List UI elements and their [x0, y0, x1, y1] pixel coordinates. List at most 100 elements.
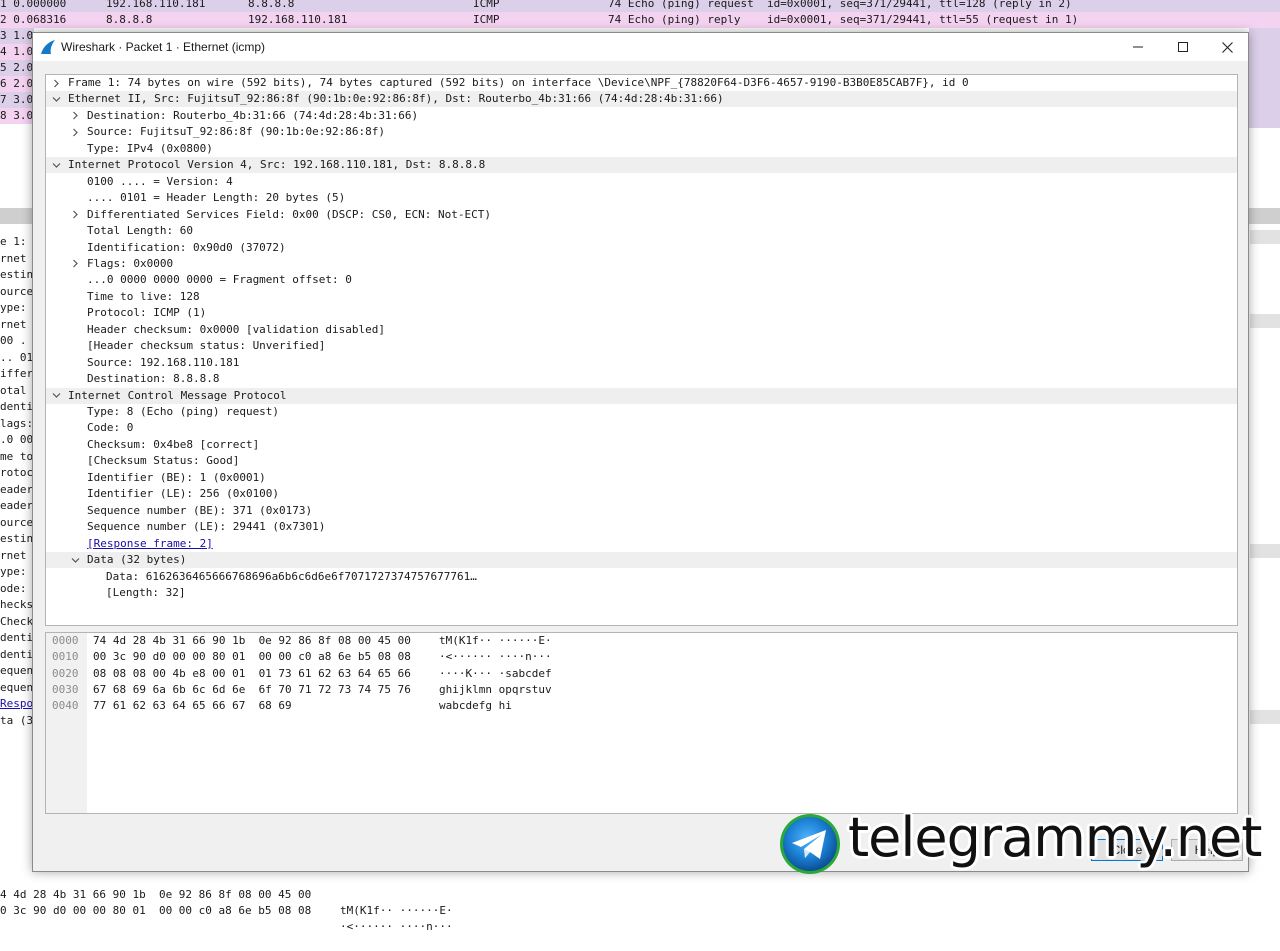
tree-row[interactable]: Identification: 0x90d0 (37072)	[46, 240, 1237, 256]
tree-row[interactable]: Type: 8 (Echo (ping) request)	[46, 404, 1237, 420]
background-detail-line[interactable]: e 1:	[0, 234, 32, 250]
chevron-down-icon[interactable]	[70, 552, 80, 568]
tree-row[interactable]: Protocol: ICMP (1)	[46, 305, 1237, 321]
background-detail-line[interactable]: otal	[0, 383, 32, 399]
background-detail-line[interactable]: .0 00	[0, 432, 32, 448]
background-detail-line[interactable]: equen	[0, 680, 32, 696]
tree-row[interactable]: Type: IPv4 (0x0800)	[46, 141, 1237, 157]
bytes-ascii: ·<······ ····n···	[340, 920, 453, 933]
background-detail-line[interactable]: hecks	[0, 597, 32, 613]
background-detail-text: Checks	[0, 614, 32, 628]
chevron-right-icon[interactable]	[70, 207, 80, 223]
tree-row-text: [Header checksum status: Unverified]	[87, 339, 326, 353]
minimize-button[interactable]	[1115, 33, 1161, 61]
tree-row-text: Differentiated Services Field: 0x00 (DSC…	[87, 207, 491, 221]
background-detail-text: dentif	[0, 631, 32, 644]
packet-row[interactable]: 5 2.0	[0, 60, 34, 76]
background-detail-line[interactable]: rotoc	[0, 465, 32, 481]
background-detail-line[interactable]: estina	[0, 531, 32, 547]
background-detail-line[interactable]: rnet	[0, 317, 32, 333]
packet-row[interactable]: 2 0.068316 8.8.8.8 192.168.110.181 ICMP …	[0, 12, 1280, 28]
chevron-down-icon[interactable]	[51, 91, 61, 107]
chevron-right-icon[interactable]	[70, 256, 80, 272]
tree-row[interactable]: 0100 .... = Version: 4	[46, 174, 1237, 190]
tree-row[interactable]: Differentiated Services Field: 0x00 (DSC…	[46, 207, 1237, 223]
background-detail-line[interactable]: rnet	[0, 548, 32, 564]
background-detail-line[interactable]: ype:	[0, 300, 32, 316]
background-detail-line[interactable]: .. 01	[0, 350, 32, 366]
packet-row[interactable]: 3 1.0	[0, 28, 34, 44]
background-detail-text: dentif	[0, 647, 32, 661]
packet-row[interactable]: 1 0.000000 192.168.110.181 8.8.8.8 ICMP …	[0, 0, 1280, 12]
tree-row[interactable]: Data: 6162636465666768696a6b6c6d6e6f7071…	[46, 569, 1237, 585]
tree-row[interactable]: Time to live: 128	[46, 289, 1237, 305]
background-detail-text: me to	[0, 449, 32, 463]
chevron-right-icon[interactable]	[70, 124, 80, 140]
tree-row[interactable]: Ethernet II, Src: FujitsuT_92:86:8f (90:…	[46, 91, 1237, 108]
tree-row[interactable]: [Checksum Status: Good]	[46, 453, 1237, 469]
background-detail-line[interactable]: ta (3	[0, 713, 32, 729]
chevron-right-icon[interactable]	[51, 75, 61, 91]
tree-row[interactable]: Source: FujitsuT_92:86:8f (90:1b:0e:92:8…	[46, 124, 1237, 140]
tree-row[interactable]: Total Length: 60	[46, 223, 1237, 239]
tree-row[interactable]: .... 0101 = Header Length: 20 bytes (5)	[46, 190, 1237, 206]
packet-details-tree[interactable]: Frame 1: 74 bytes on wire (592 bits), 74…	[45, 74, 1238, 626]
tree-row[interactable]: Internet Protocol Version 4, Src: 192.16…	[46, 157, 1237, 174]
chevron-down-icon[interactable]	[51, 388, 61, 404]
background-detail-line[interactable]: iffer	[0, 366, 32, 382]
chevron-right-icon[interactable]	[70, 108, 80, 124]
tree-row[interactable]: [Length: 32]	[46, 585, 1237, 601]
packet-row[interactable]: 4 1.0	[0, 44, 34, 60]
background-detail-line[interactable]: ource	[0, 284, 32, 300]
packet-bytes-pane[interactable]: 0000 74 4d 28 4b 31 66 90 1b 0e 92 86 8f …	[45, 632, 1238, 814]
background-detail-line[interactable]: eader	[0, 498, 32, 514]
title-bar[interactable]: Wireshark · Packet 1 · Ethernet (icmp)	[33, 33, 1248, 61]
chevron-down-icon[interactable]	[51, 157, 61, 173]
tree-row[interactable]: Frame 1: 74 bytes on wire (592 bits), 74…	[46, 75, 1237, 91]
background-detail-line[interactable]: 00 .	[0, 333, 32, 349]
tree-row[interactable]: Internet Control Message Protocol	[46, 387, 1237, 404]
tree-row[interactable]: [Header checksum status: Unverified]	[46, 338, 1237, 354]
background-detail-line[interactable]: ource	[0, 515, 32, 531]
tree-row[interactable]: Destination: 8.8.8.8	[46, 371, 1237, 387]
background-detail-line[interactable]: dentif	[0, 630, 32, 646]
tree-row-text: Type: IPv4 (0x0800)	[87, 141, 213, 155]
maximize-button[interactable]	[1160, 33, 1206, 61]
tree-row[interactable]: Checksum: 0x4be8 [correct]	[46, 437, 1237, 453]
close-button[interactable]	[1204, 33, 1250, 61]
tree-row[interactable]: Destination: Routerbo_4b:31:66 (74:4d:28…	[46, 108, 1237, 124]
tree-row[interactable]: Identifier (LE): 256 (0x0100)	[46, 486, 1237, 502]
background-detail-line[interactable]: Checks	[0, 614, 32, 630]
background-detail-line[interactable]: estina	[0, 267, 32, 283]
background-detail-line[interactable]: dentif	[0, 647, 32, 663]
background-detail-line[interactable]: denti	[0, 399, 32, 415]
background-detail-line[interactable]: ode:	[0, 581, 32, 597]
bytes-hex: 67 68 69 6a 6b 6c 6d 6e 6f 70 71 72 73 7…	[93, 682, 411, 696]
tree-row[interactable]: Header checksum: 0x0000 [validation disa…	[46, 322, 1237, 338]
tree-row[interactable]: Data (32 bytes)	[46, 552, 1237, 569]
background-detail-line[interactable]: eader	[0, 482, 32, 498]
packet-row[interactable]: 8 3.0	[0, 108, 34, 124]
tree-row[interactable]: Flags: 0x0000	[46, 256, 1237, 272]
background-detail-line[interactable]: rnet	[0, 251, 32, 267]
packet-protocol: ICMP	[473, 13, 500, 26]
tree-row[interactable]: Sequence number (LE): 29441 (0x7301)	[46, 519, 1237, 535]
tree-row-text: Sequence number (BE): 371 (0x0173)	[87, 503, 313, 517]
packet-row[interactable]: 7 3.0	[0, 92, 34, 108]
response-frame-link[interactable]: [Response frame: 2]	[87, 536, 213, 552]
bytes-offset: 0010	[52, 650, 79, 664]
background-detail-line[interactable]: me to	[0, 449, 32, 465]
tree-row[interactable]: ...0 0000 0000 0000 = Fragment offset: 0	[46, 272, 1237, 288]
background-detail-line[interactable]: ype:	[0, 564, 32, 580]
background-detail-line[interactable]: Respo	[0, 696, 32, 712]
packet-row[interactable]: 6 2.0	[0, 76, 34, 92]
tree-row[interactable]: [Response frame: 2]	[46, 536, 1237, 552]
tree-row[interactable]: Identifier (BE): 1 (0x0001)	[46, 470, 1237, 486]
tree-row-text: Time to live: 128	[87, 289, 200, 303]
background-detail-line[interactable]: equen	[0, 663, 32, 679]
tree-row[interactable]: Source: 192.168.110.181	[46, 355, 1237, 371]
background-detail-line[interactable]: lags:	[0, 416, 32, 432]
tree-row[interactable]: Code: 0	[46, 420, 1237, 436]
tree-row-text: Checksum: 0x4be8 [correct]	[87, 437, 260, 451]
tree-row[interactable]: Sequence number (BE): 371 (0x0173)	[46, 503, 1237, 519]
